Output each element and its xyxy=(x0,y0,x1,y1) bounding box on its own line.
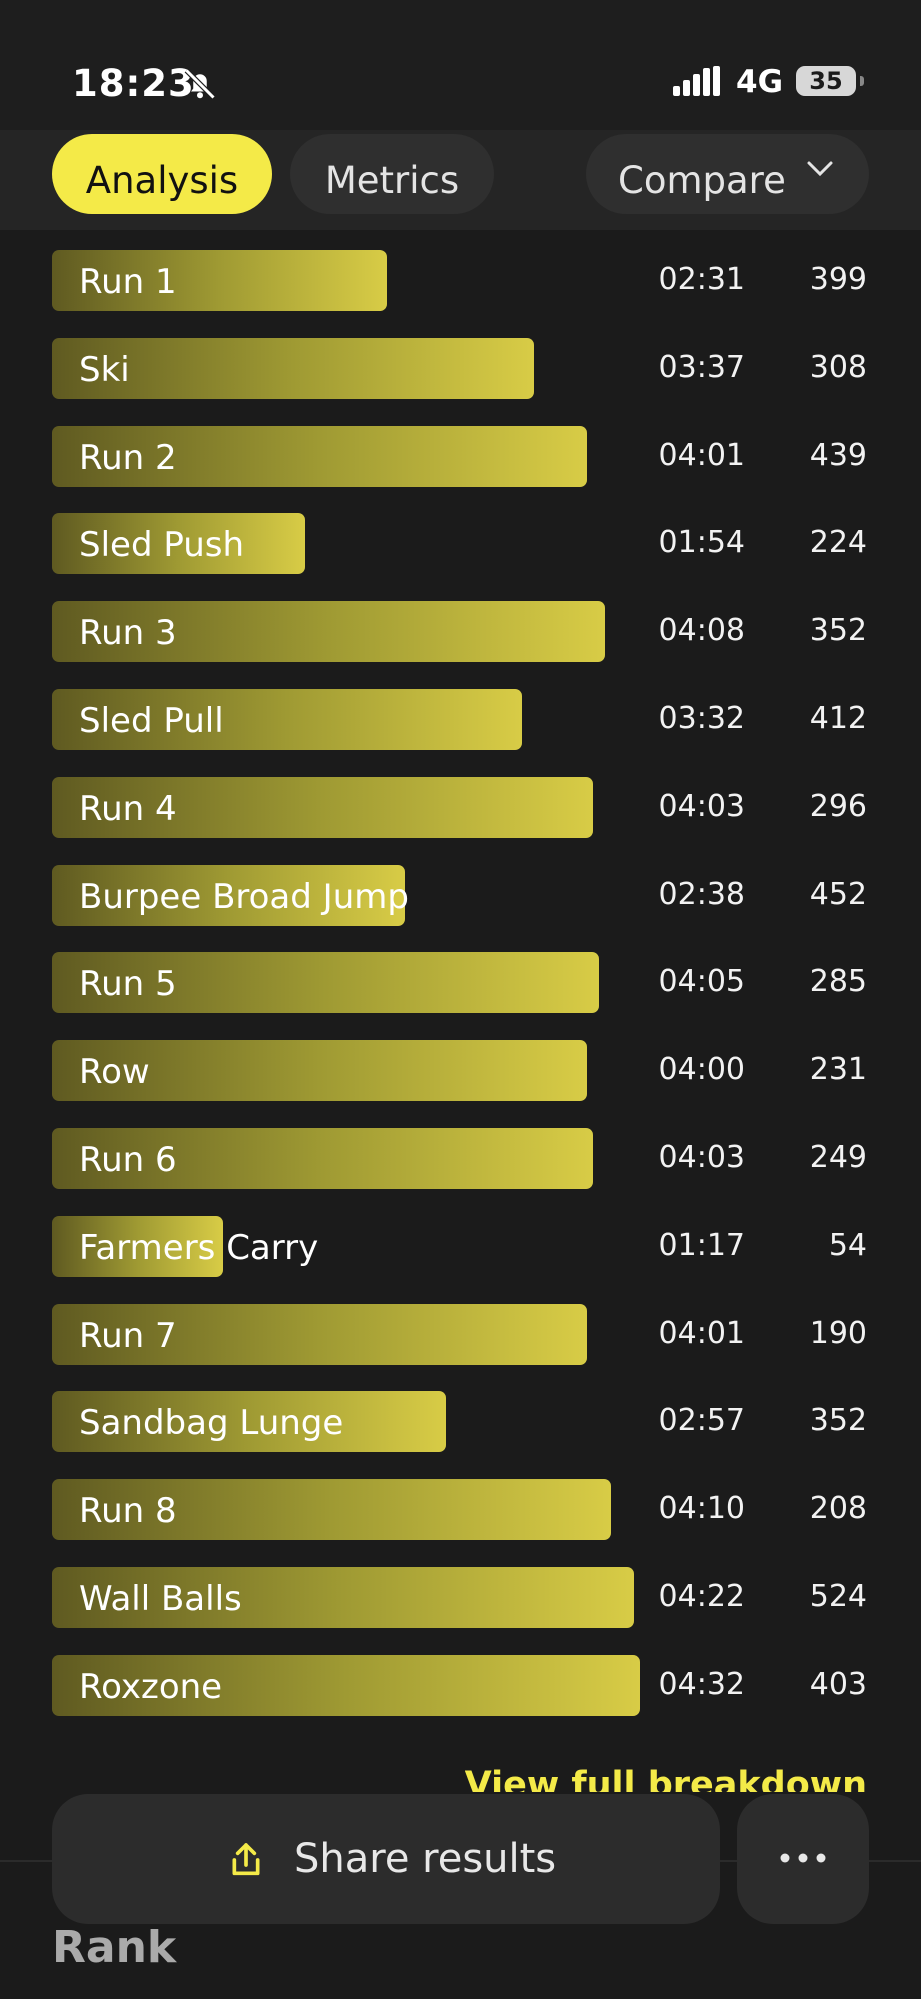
split-score: 308 xyxy=(809,349,867,385)
signal-icon xyxy=(673,66,720,96)
split-name: Row xyxy=(79,1052,150,1093)
split-name: Sled Push xyxy=(79,525,245,566)
split-score: 439 xyxy=(809,437,867,473)
split-row[interactable]: Farmers Carry 01:17 54 xyxy=(0,1198,921,1277)
split-row[interactable]: Run 7 04:01 190 xyxy=(0,1286,921,1365)
split-row[interactable]: Sandbag Lunge 02:57 352 xyxy=(0,1373,921,1453)
split-time: 04:03 xyxy=(658,788,745,824)
split-score: 403 xyxy=(809,1666,867,1702)
split-row[interactable]: Run 4 04:03 296 xyxy=(0,759,921,838)
split-time: 04:10 xyxy=(658,1491,745,1527)
split-name: Run 3 xyxy=(79,613,177,654)
split-row[interactable]: Burpee Broad Jump 02:38 452 xyxy=(0,847,921,926)
split-score: 224 xyxy=(809,525,867,561)
split-name: Run 7 xyxy=(79,1315,177,1356)
split-time: 04:22 xyxy=(658,1579,745,1614)
share-results-button[interactable]: Share results xyxy=(52,1794,720,1924)
split-time: 01:17 xyxy=(658,1227,745,1263)
split-name: Farmers Carry xyxy=(79,1227,319,1268)
split-time: 02:31 xyxy=(658,262,745,297)
bell-off-icon xyxy=(184,68,216,100)
split-row[interactable]: Sled Push 01:54 224 xyxy=(0,495,921,575)
split-row[interactable]: Roxzone 04:32 403 xyxy=(0,1637,921,1716)
split-name: Run 5 xyxy=(79,964,177,1005)
split-name: Run 8 xyxy=(79,1491,177,1532)
split-row[interactable]: Run 2 04:01 439 xyxy=(0,408,921,487)
split-name: Sled Pull xyxy=(79,701,224,741)
battery-icon: 35 xyxy=(796,66,856,96)
split-score: 190 xyxy=(809,1315,867,1351)
more-icon xyxy=(780,1853,826,1863)
split-time: 04:01 xyxy=(658,437,745,473)
compare-label: Compare xyxy=(618,159,786,202)
split-row[interactable]: Run 5 04:05 285 xyxy=(0,934,921,1014)
split-time: 01:54 xyxy=(658,525,745,561)
split-name: Run 4 xyxy=(79,788,177,829)
split-row[interactable]: Row 04:00 231 xyxy=(0,1022,921,1102)
chevron-down-icon xyxy=(807,161,833,177)
more-options-button[interactable] xyxy=(737,1794,869,1924)
split-time: 02:57 xyxy=(658,1403,745,1439)
split-time: 04:32 xyxy=(658,1666,745,1702)
split-row[interactable]: Ski 03:37 308 xyxy=(0,320,921,399)
view-full-breakdown-link[interactable]: View full breakdown xyxy=(465,1762,867,1792)
tab-bar: Analysis Metrics Compare xyxy=(0,130,921,230)
split-name: Wall Balls xyxy=(79,1579,242,1619)
split-score: 249 xyxy=(809,1140,867,1175)
split-name: Run 6 xyxy=(79,1140,177,1180)
split-score: 412 xyxy=(809,701,867,736)
split-name: Sandbag Lunge xyxy=(79,1403,344,1444)
split-name: Run 1 xyxy=(79,262,177,302)
split-time: 03:32 xyxy=(658,701,745,736)
split-score: 285 xyxy=(809,964,867,1000)
compare-dropdown[interactable]: Compare xyxy=(586,134,869,214)
split-row[interactable]: Run 3 04:08 352 xyxy=(0,583,921,663)
network-type: 4G xyxy=(736,64,784,100)
split-score: 352 xyxy=(809,1403,867,1439)
split-score: 296 xyxy=(809,788,867,824)
split-score: 231 xyxy=(809,1052,867,1088)
split-name: Run 2 xyxy=(79,437,177,478)
split-time: 04:05 xyxy=(658,964,745,1000)
tab-analysis[interactable]: Analysis xyxy=(52,134,272,214)
split-row[interactable]: Sled Pull 03:32 412 xyxy=(0,671,921,750)
split-score: 452 xyxy=(809,876,867,912)
split-row[interactable]: Run 1 02:31 399 xyxy=(0,232,921,311)
split-time: 02:38 xyxy=(658,876,745,912)
tab-metrics-label: Metrics xyxy=(324,159,460,202)
split-score: 54 xyxy=(828,1227,867,1263)
split-score: 208 xyxy=(809,1491,867,1527)
split-name: Burpee Broad Jump xyxy=(79,876,409,917)
status-time: 18:23 xyxy=(72,62,195,105)
tab-analysis-label: Analysis xyxy=(85,159,239,202)
split-row[interactable]: Run 8 04:10 208 xyxy=(0,1461,921,1541)
share-results-label: Share results xyxy=(294,1836,557,1882)
split-row[interactable]: Wall Balls 04:22 524 xyxy=(0,1549,921,1628)
split-time: 03:37 xyxy=(658,349,745,385)
split-score: 399 xyxy=(809,262,867,297)
split-time: 04:03 xyxy=(658,1140,745,1175)
battery-level: 35 xyxy=(809,67,843,95)
split-time: 04:01 xyxy=(658,1315,745,1351)
split-score: 524 xyxy=(809,1579,867,1614)
split-time: 04:08 xyxy=(658,613,745,649)
status-bar: 18:23 4G 35 xyxy=(0,0,921,130)
share-icon xyxy=(232,1843,260,1876)
rank-heading: Rank xyxy=(52,1922,177,1973)
split-time: 04:00 xyxy=(658,1052,745,1088)
split-score: 352 xyxy=(809,613,867,649)
battery-tip xyxy=(860,76,864,86)
tab-metrics[interactable]: Metrics xyxy=(290,134,494,214)
split-name: Ski xyxy=(79,349,130,390)
split-name: Roxzone xyxy=(79,1666,223,1707)
split-row[interactable]: Run 6 04:03 249 xyxy=(0,1110,921,1189)
